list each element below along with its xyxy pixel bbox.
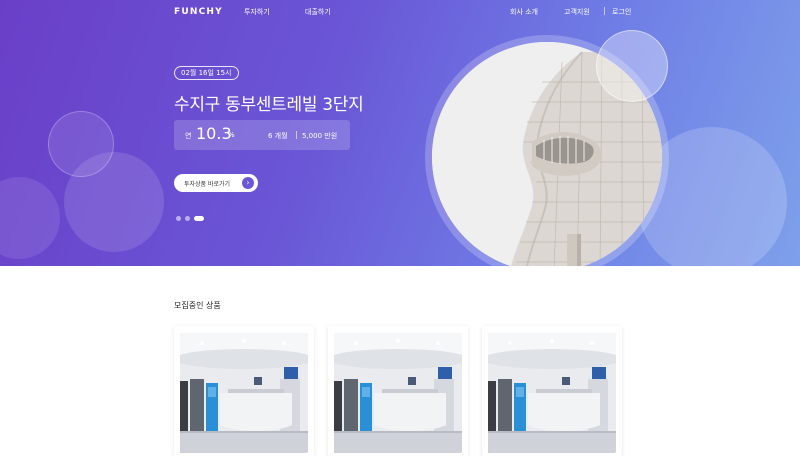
- period-value: 6 개월: [268, 132, 288, 140]
- carousel-dot-active[interactable]: [194, 216, 204, 221]
- decor-bubble: [596, 30, 668, 102]
- invest-product-button-label: 투자상품 바로가기: [184, 181, 231, 188]
- decor-bubble: [64, 152, 164, 252]
- top-nav: FUNCHY 투자하기 대출하기 회사 소개 고객지원 로그인: [0, 0, 800, 24]
- hero-banner: FUNCHY 투자하기 대출하기 회사 소개 고객지원 로그인 02월 16일 …: [0, 0, 800, 266]
- product-card[interactable]: [328, 326, 468, 456]
- product-card[interactable]: [174, 326, 314, 456]
- nav-item-invest[interactable]: 투자하기: [244, 7, 270, 17]
- date-badge: 02월 16일 15시: [174, 66, 239, 80]
- amount-value: 5,000 만원: [302, 132, 338, 140]
- nav-divider: [604, 7, 605, 15]
- rate-value: 10.3: [196, 124, 232, 143]
- carousel-dot[interactable]: [176, 216, 181, 221]
- carousel-dot[interactable]: [185, 216, 190, 221]
- decor-bubble: [0, 177, 60, 259]
- rate-unit: %: [228, 131, 235, 139]
- hero-title: 수지구 동부센트레빌 3단지: [174, 95, 364, 115]
- invest-product-button[interactable]: 투자상품 바로가기 ›: [174, 174, 258, 192]
- logo[interactable]: FUNCHY: [174, 7, 223, 17]
- stat-divider: [296, 131, 297, 139]
- lobby-photo: [334, 333, 462, 453]
- lobby-photo: [488, 333, 616, 453]
- nav-item-login[interactable]: 로그인: [612, 7, 631, 17]
- nav-item-support[interactable]: 고객지원: [564, 7, 590, 17]
- arrow-right-icon: ›: [242, 177, 254, 189]
- nav-item-about[interactable]: 회사 소개: [510, 7, 538, 17]
- product-card[interactable]: [482, 326, 622, 456]
- lobby-photo: [180, 333, 308, 453]
- rate-prefix: 연: [185, 132, 192, 140]
- nav-item-loan[interactable]: 대출하기: [305, 7, 331, 17]
- section-title-recruiting: 모집중인 상품: [174, 301, 221, 310]
- product-stats: 연 10.3 % 6 개월 5,000 만원: [174, 120, 350, 150]
